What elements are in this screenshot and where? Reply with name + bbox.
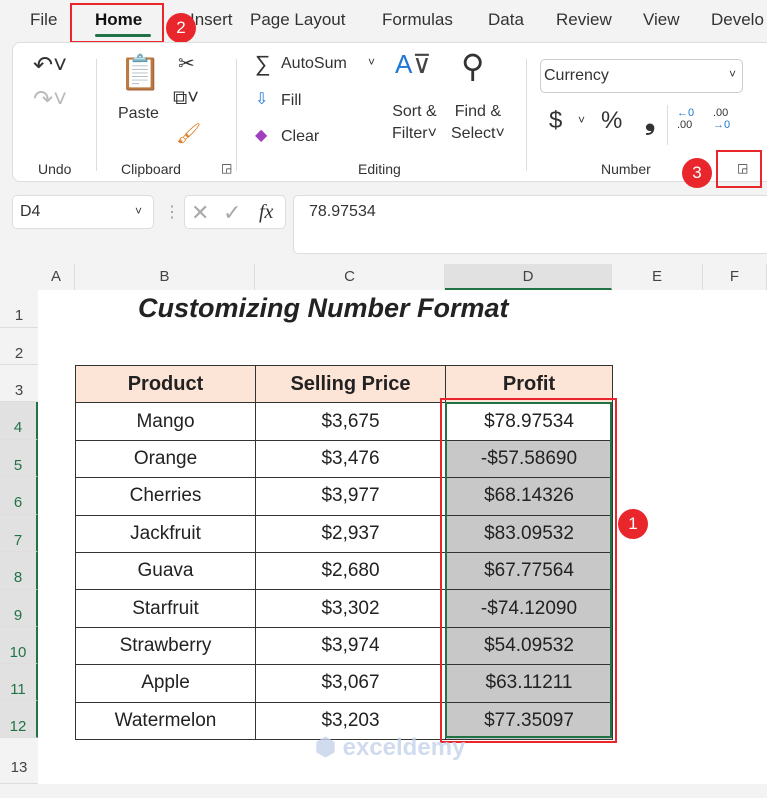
step-badge-2: 2 [166,13,196,43]
clipboard-launcher-icon[interactable]: ◲ [221,161,232,175]
row-header-6[interactable]: 6 [0,477,38,515]
launcher-highlight [716,150,762,188]
cell[interactable]: Mango [75,402,256,441]
row-header-3[interactable]: 3 [0,365,38,402]
sort-filter-button[interactable]: Sort & Filter˅ [392,101,437,145]
tab-review[interactable]: Review [556,10,612,30]
column-header-B[interactable]: B [75,264,255,290]
autosum-button[interactable]: AutoSum [281,55,347,73]
sort-filter-icon: A⊽ [395,49,432,79]
fill-button[interactable]: Fill [281,92,301,110]
ribbon: ↶˅ ↷˅ Undo 📋 Paste ✂ ⧉˅ 🖌 Clipboard ◲ ∑ … [12,42,767,182]
cell[interactable]: Cherries [75,477,256,516]
insert-function-icon[interactable]: fx [259,201,273,224]
row-header-5[interactable]: 5 [0,440,38,477]
tab-view[interactable]: View [643,10,680,30]
formula-buttons: ✕ ✓ fx [184,195,286,229]
row-header-9[interactable]: 9 [0,590,38,627]
cell[interactable]: Guava [75,551,256,591]
column-header-A[interactable]: A [38,264,75,290]
cell[interactable]: Strawberry [75,626,256,666]
undo-icon[interactable]: ↶˅ [33,51,67,80]
row-header-12[interactable]: 12 [0,701,38,738]
tab-develo[interactable]: Develo [711,10,764,30]
step-badge-3: 3 [682,158,712,188]
cell[interactable]: Orange [75,439,256,479]
format-painter-icon[interactable]: 🖌 [176,121,201,146]
find-select-button[interactable]: Find & Select˅ [451,101,505,145]
decrease-decimal-icon[interactable]: .00 →0 [713,107,730,131]
number-format-dropdown[interactable]: Currency ˅ [540,59,743,93]
percent-button[interactable]: % [601,107,622,135]
tab-page-layout[interactable]: Page Layout [250,10,345,30]
enter-icon[interactable]: ✓ [223,200,241,226]
step-badge-1: 1 [618,509,648,539]
chevron-down-icon: ˅ [728,67,736,81]
header-cell[interactable]: Product [75,364,256,404]
currency-button[interactable]: $ [549,107,562,135]
editing-group-label: Editing [358,161,401,177]
cell[interactable]: $2,937 [255,514,446,553]
row-header-8[interactable]: 8 [0,552,38,590]
clipboard-group-label: Clipboard [121,161,181,177]
cancel-icon[interactable]: ✕ [191,200,209,226]
name-box[interactable]: D4 ˅ [12,195,154,229]
sheet-title: Customizing Number Format [138,293,509,323]
column-header-E[interactable]: E [612,264,703,290]
cell[interactable]: $3,977 [255,477,446,516]
cell[interactable]: Jackfruit [75,514,256,553]
selection-border [445,402,612,738]
clear-icon: ◆ [255,127,268,144]
paste-icon[interactable]: 📋 [119,53,161,93]
header-cell[interactable]: Selling Price [255,364,446,404]
cell[interactable]: Watermelon [75,701,256,740]
undo-group-label: Undo [38,161,72,177]
row-header-4[interactable]: 4 [0,402,38,440]
autosum-icon: ∑ [255,51,271,76]
tab-file[interactable]: File [30,10,57,30]
row-header-11[interactable]: 11 [0,664,38,701]
row-header-10[interactable]: 10 [0,627,38,664]
fill-icon: ⇩ [255,91,269,108]
row-header-1[interactable]: 1 [0,290,38,328]
chevron-down-icon: ˅ [135,204,143,218]
formula-input[interactable]: 78.97534 [293,195,767,254]
tab-insert[interactable]: Insert [190,10,233,30]
clear-button[interactable]: Clear [281,128,319,146]
column-header-F[interactable]: F [703,264,767,290]
row-header-2[interactable]: 2 [0,328,38,365]
cell[interactable]: $3,476 [255,439,446,479]
redo-icon[interactable]: ↷˅ [33,85,67,114]
home-tab-highlight [70,3,164,43]
column-header-D[interactable]: D [445,264,612,290]
row-header-7[interactable]: 7 [0,515,38,552]
cell[interactable]: $2,680 [255,551,446,591]
watermark-logo: ⬢ exceldemy [315,734,466,761]
cell[interactable]: $3,067 [255,664,446,703]
cell[interactable]: Apple [75,664,256,703]
cell[interactable]: $3,302 [255,589,446,628]
find-select-icon: ⚲ [461,48,485,84]
increase-decimal-icon[interactable]: ←0.00 [677,107,694,131]
cell[interactable]: $3,675 [255,402,446,441]
cell[interactable]: Starfruit [75,589,256,628]
column-header-C[interactable]: C [255,264,445,290]
comma-button[interactable]: ❟ [645,105,655,137]
number-group-label: Number [601,161,651,177]
tab-formulas[interactable]: Formulas [382,10,453,30]
row-header-13[interactable]: 13 [0,738,38,784]
copy-icon[interactable]: ⧉˅ [173,87,199,110]
paste-button[interactable]: Paste [118,105,159,123]
tab-data[interactable]: Data [488,10,524,30]
cut-icon[interactable]: ✂ [178,51,195,76]
cell[interactable]: $3,974 [255,626,446,666]
